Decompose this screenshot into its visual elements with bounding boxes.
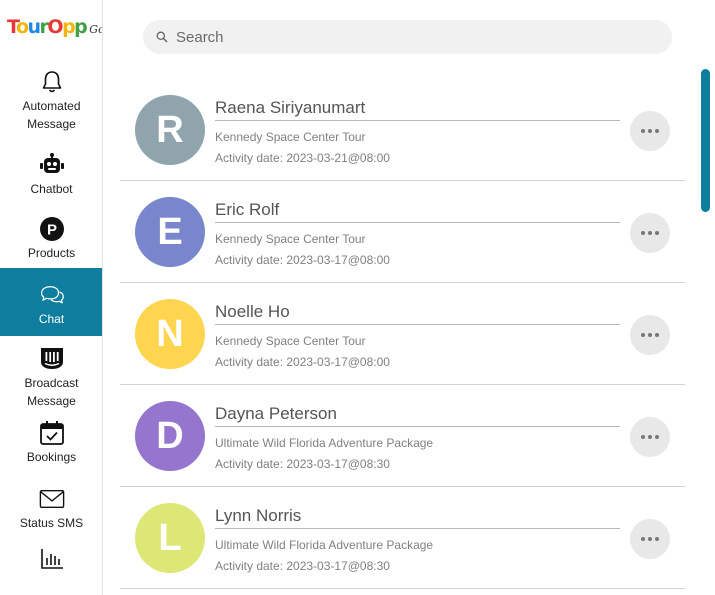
tour-name: Kennedy Space Center Tour xyxy=(215,130,366,144)
sidebar-item-label: Broadcast xyxy=(24,376,79,390)
tour-name: Kennedy Space Center Tour xyxy=(215,334,366,348)
more-options-button[interactable] xyxy=(630,315,670,355)
logo-letter: O xyxy=(47,16,63,38)
more-options-button[interactable] xyxy=(630,213,670,253)
sidebar-item-products[interactable]: P Products xyxy=(0,204,102,268)
activity-date: Activity date: 2023-03-17@08:00 xyxy=(215,253,390,267)
scrollbar-thumb[interactable] xyxy=(701,69,710,212)
bar-chart-icon xyxy=(39,546,65,572)
bell-icon xyxy=(39,69,65,95)
more-options-button[interactable] xyxy=(630,417,670,457)
sidebar-item-status-sms[interactable]: Status SMS xyxy=(0,482,102,546)
contact-name: Dayna Peterson xyxy=(215,404,337,423)
divider xyxy=(215,324,620,325)
dot xyxy=(655,333,659,337)
chat-list-panel: R Raena Siriyanumart Kennedy Space Cente… xyxy=(104,0,715,595)
contact-row[interactable]: E Eric Rolf Kennedy Space Center Tour Ac… xyxy=(120,181,685,283)
sidebar-item-label: Automated xyxy=(22,99,81,113)
touropp-logo[interactable]: TourOppGo! xyxy=(0,0,102,58)
logo-go-suffix: Go! xyxy=(89,23,102,36)
envelope-icon xyxy=(39,486,65,512)
dot xyxy=(648,435,652,439)
avatar: E xyxy=(135,197,205,267)
avatar: L xyxy=(135,503,205,573)
dot xyxy=(648,537,652,541)
sidebar-item-chat[interactable]: Chat xyxy=(0,268,102,336)
dot xyxy=(655,231,659,235)
tour-name: Ultimate Wild Florida Adventure Package xyxy=(215,436,434,450)
broadcast-icon xyxy=(39,346,65,372)
dot xyxy=(641,435,645,439)
logo-wordmark: TourOpp xyxy=(7,16,88,38)
activity-date: Activity date: 2023-03-17@08:00 xyxy=(215,355,390,369)
tour-name: Kennedy Space Center Tour xyxy=(215,232,366,246)
contact-name: Noelle Ho xyxy=(215,302,290,321)
contact-name: Raena Siriyanumart xyxy=(215,98,366,117)
sidebar-item-bookings[interactable]: Bookings xyxy=(0,418,102,482)
avatar: D xyxy=(135,401,205,471)
divider xyxy=(215,120,620,121)
sidebar-item-label: Message xyxy=(27,394,76,408)
contact-row[interactable]: D Dayna Peterson Ultimate Wild Florida A… xyxy=(120,385,685,487)
sidebar-item-automated-message[interactable]: Automated Message xyxy=(0,58,102,140)
dot xyxy=(648,231,652,235)
search-input[interactable] xyxy=(176,28,656,46)
sidebar-item-label: Status SMS xyxy=(19,516,84,530)
logo-letter: T xyxy=(7,16,17,38)
contact-row[interactable]: L Lynn Norris Ultimate Wild Florida Adve… xyxy=(120,487,685,589)
contact-list: R Raena Siriyanumart Kennedy Space Cente… xyxy=(120,79,685,589)
dot xyxy=(655,537,659,541)
sidebar-item-label: Chat xyxy=(38,312,65,326)
contact-row[interactable]: R Raena Siriyanumart Kennedy Space Cente… xyxy=(120,79,685,181)
divider xyxy=(215,528,620,529)
sidebar-item-label: Chatbot xyxy=(30,182,73,196)
dot xyxy=(641,333,645,337)
more-options-button[interactable] xyxy=(630,111,670,151)
products-icon-letter: P xyxy=(46,222,56,239)
dot xyxy=(641,129,645,133)
dot xyxy=(655,435,659,439)
calendar-check-icon xyxy=(39,420,65,446)
dot xyxy=(641,231,645,235)
search-bar[interactable] xyxy=(143,20,672,54)
logo-letter: p xyxy=(62,16,76,38)
sidebar-item-label: Message xyxy=(27,117,76,131)
logo-letter: u xyxy=(27,16,42,38)
activity-date: Activity date: 2023-03-21@08:00 xyxy=(215,151,390,165)
sidebar-item-chatbot[interactable]: Chatbot xyxy=(0,140,102,204)
activity-date: Activity date: 2023-03-17@08:30 xyxy=(215,559,390,573)
contact-row[interactable]: N Noelle Ho Kennedy Space Center Tour Ac… xyxy=(120,283,685,385)
contact-name: Lynn Norris xyxy=(215,506,302,525)
dot xyxy=(641,537,645,541)
chat-bubbles-icon xyxy=(39,282,65,308)
sidebar-item-dashboard[interactable] xyxy=(0,546,102,586)
sidebar-item-label: Products xyxy=(27,246,76,260)
tour-name: Ultimate Wild Florida Adventure Package xyxy=(215,538,434,552)
sidebar-item-broadcast-message[interactable]: Broadcast Message xyxy=(0,336,102,418)
robot-icon xyxy=(39,152,65,178)
dot xyxy=(655,129,659,133)
contact-name: Eric Rolf xyxy=(215,200,280,219)
divider xyxy=(215,222,620,223)
activity-date: Activity date: 2023-03-17@08:30 xyxy=(215,457,390,471)
avatar: N xyxy=(135,299,205,369)
products-icon: P xyxy=(39,216,65,242)
more-options-button[interactable] xyxy=(630,519,670,559)
sidebar: TourOppGo! Automated Message Chatbot P P… xyxy=(0,0,103,595)
logo-letter: o xyxy=(15,16,29,38)
search-icon xyxy=(156,29,172,45)
logo-letter: p xyxy=(74,16,88,38)
sidebar-item-label: Bookings xyxy=(26,450,77,464)
divider xyxy=(215,426,620,427)
dot xyxy=(648,129,652,133)
dot xyxy=(648,333,652,337)
avatar: R xyxy=(135,95,205,165)
